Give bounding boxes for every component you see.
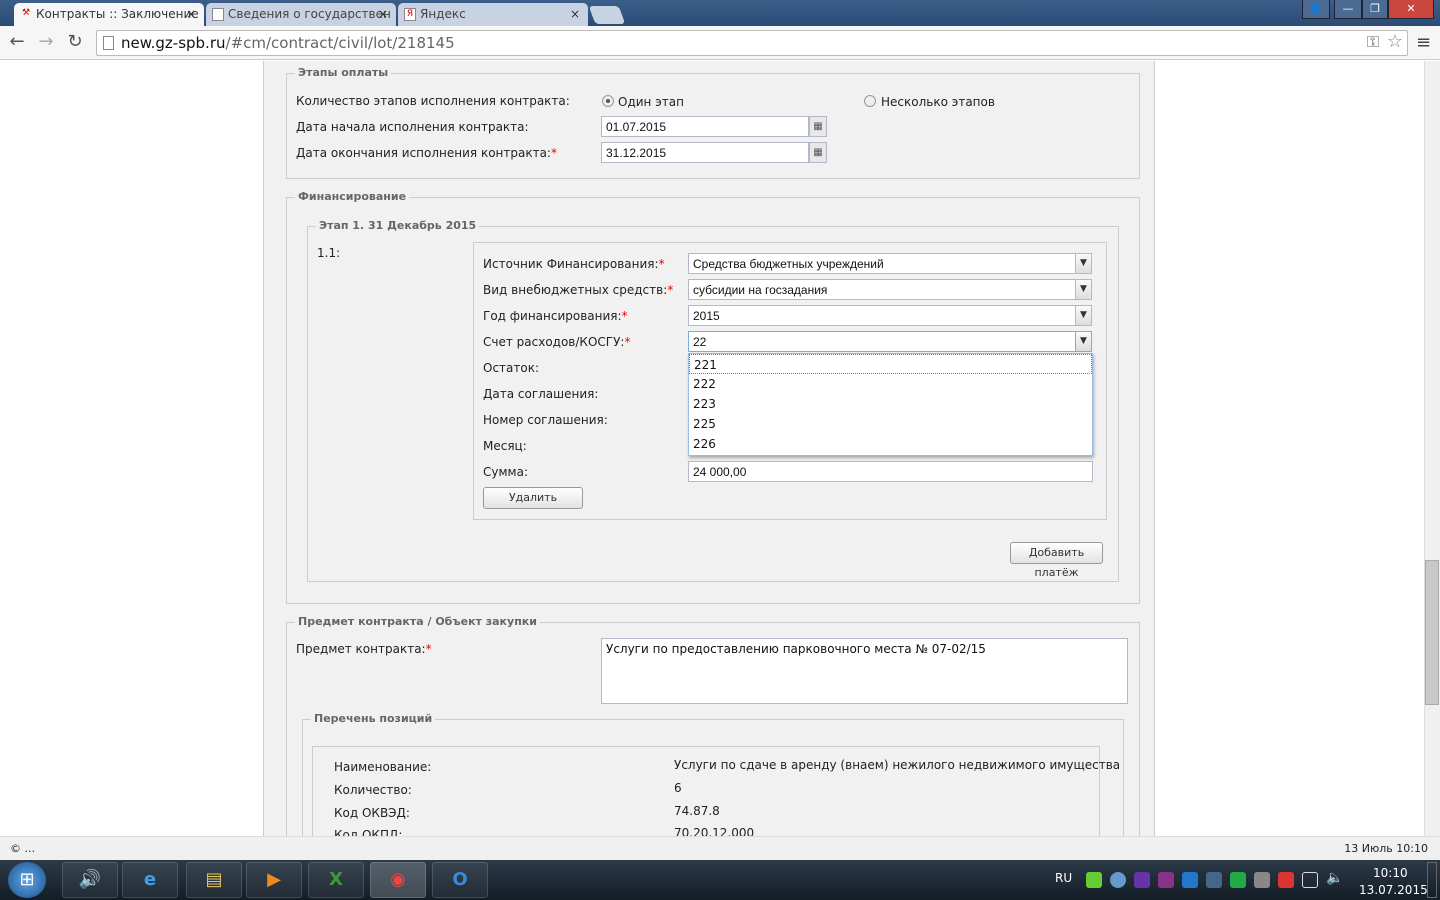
speaker-app-icon[interactable]: 🔊 bbox=[62, 862, 118, 898]
chevron-down-icon[interactable]: ▼ bbox=[1075, 331, 1092, 352]
dropdown-option[interactable]: 225 bbox=[689, 414, 1092, 434]
tab-svedeniya[interactable]: Сведения о государствен × bbox=[206, 3, 396, 26]
account-combobox[interactable] bbox=[688, 331, 1076, 352]
page-content: Этапы оплаты Количество этапов исполнени… bbox=[0, 61, 1424, 836]
back-icon[interactable]: ← bbox=[6, 31, 28, 52]
star-icon[interactable]: ☆ bbox=[1387, 31, 1403, 52]
chevron-down-icon[interactable]: ▼ bbox=[1075, 279, 1092, 300]
calendar-icon[interactable]: ▦ bbox=[809, 116, 827, 137]
tray-icon[interactable] bbox=[1230, 872, 1246, 888]
add-payment-button[interactable]: Добавить платёж bbox=[1010, 542, 1103, 579]
minimize-button[interactable]: — bbox=[1334, 0, 1362, 19]
gavel-icon: ⚒ bbox=[21, 8, 31, 18]
dropdown-option[interactable]: 222 bbox=[689, 374, 1092, 394]
chrome-icon[interactable]: ◉ bbox=[370, 862, 426, 898]
forward-icon[interactable]: → bbox=[35, 31, 57, 52]
tray-icon[interactable] bbox=[1206, 872, 1222, 888]
close-tab-icon[interactable]: × bbox=[186, 7, 196, 21]
key-icon[interactable]: ⚿ bbox=[1367, 32, 1379, 52]
source-label: Источник Финансирования:* bbox=[483, 257, 665, 271]
outlook-tray-icon[interactable] bbox=[1182, 872, 1198, 888]
year-select[interactable] bbox=[688, 305, 1076, 326]
tray-icon[interactable] bbox=[1278, 872, 1294, 888]
tray-icon[interactable] bbox=[1134, 872, 1150, 888]
calendar-icon[interactable]: ▦ bbox=[809, 142, 827, 163]
close-tab-icon[interactable]: × bbox=[570, 7, 580, 21]
dropdown-option[interactable]: 226 bbox=[689, 434, 1092, 454]
start-button[interactable]: ⊞ bbox=[8, 862, 46, 898]
media-player-icon[interactable]: ▶ bbox=[246, 862, 302, 898]
chevron-down-icon[interactable]: ▼ bbox=[1075, 305, 1092, 326]
close-tab-icon[interactable]: × bbox=[378, 7, 388, 21]
file-explorer-icon[interactable]: ▤ bbox=[186, 862, 242, 898]
kind-select[interactable] bbox=[688, 279, 1076, 300]
scrollbar-thumb[interactable] bbox=[1425, 560, 1439, 705]
subject-label: Предмет контракта:* bbox=[296, 642, 432, 656]
tab-contracts[interactable]: ⚒ Контракты :: Заключение × bbox=[14, 3, 204, 26]
tray-icon[interactable] bbox=[1110, 872, 1126, 888]
address-bar[interactable]: new.gz-spb.ru/#cm/contract/civil/lot/218… bbox=[96, 30, 1408, 56]
dropdown-option[interactable]: 223 bbox=[689, 394, 1092, 414]
tab-yandex[interactable]: Я Яндекс × bbox=[398, 3, 588, 26]
network-tray-icon[interactable] bbox=[1302, 872, 1318, 888]
new-tab-button[interactable] bbox=[588, 6, 626, 24]
radio-one-stage[interactable] bbox=[602, 95, 614, 107]
usb-tray-icon[interactable] bbox=[1254, 872, 1270, 888]
sum-input[interactable] bbox=[688, 461, 1093, 482]
maximize-button[interactable]: ❐ bbox=[1362, 0, 1388, 19]
outlook-icon[interactable]: O bbox=[432, 862, 488, 898]
dropdown-option[interactable]: 221 bbox=[689, 354, 1092, 374]
end-date-label: Дата окончания исполнения контракта:* bbox=[296, 146, 557, 160]
excel-icon[interactable]: X bbox=[308, 862, 364, 898]
delete-button[interactable]: Удалить bbox=[483, 487, 583, 509]
kind-label: Вид внебюджетных средств:* bbox=[483, 283, 674, 297]
start-date-input[interactable] bbox=[601, 116, 809, 137]
status-bar: © ... 13 Июль 10:10 bbox=[0, 836, 1440, 860]
subject-textarea[interactable]: Услуги по предоставлению парковочного ме… bbox=[601, 638, 1128, 704]
onenote-clip-tray-icon[interactable] bbox=[1158, 872, 1174, 888]
reload-icon[interactable]: ↻ bbox=[64, 31, 86, 52]
internet-explorer-icon[interactable]: e bbox=[122, 862, 178, 898]
user-icon[interactable]: 👤 bbox=[1302, 0, 1330, 19]
account-label: Счет расходов/КОСГУ:* bbox=[483, 335, 631, 349]
end-date-input[interactable] bbox=[601, 142, 809, 163]
account-dropdown-list: 221 222 223 225 226 bbox=[688, 353, 1093, 456]
scrollbar[interactable] bbox=[1424, 61, 1440, 836]
chevron-down-icon[interactable]: ▼ bbox=[1075, 253, 1092, 274]
close-window-button[interactable]: ✕ bbox=[1388, 0, 1434, 19]
show-desktop-button[interactable] bbox=[1427, 862, 1437, 898]
year-label: Год финансирования:* bbox=[483, 309, 628, 323]
sync-tray-icon[interactable] bbox=[1086, 872, 1102, 888]
page-icon bbox=[103, 36, 114, 50]
source-select[interactable] bbox=[688, 253, 1076, 274]
radio-many-stages[interactable] bbox=[864, 95, 876, 107]
volume-icon[interactable]: 🔈 bbox=[1326, 870, 1343, 886]
yandex-icon: Я bbox=[404, 8, 416, 21]
page-icon bbox=[212, 8, 224, 21]
menu-icon[interactable]: ≡ bbox=[1416, 32, 1431, 53]
